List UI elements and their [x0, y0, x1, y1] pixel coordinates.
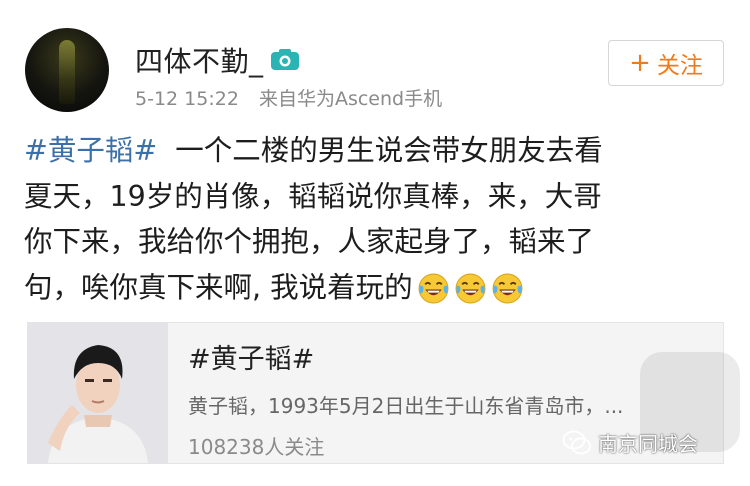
post-meta: 5-12 15:22 来自华为Ascend手机 [135, 84, 442, 111]
post-text: #黄子韬# 一个二楼的男生说会带女朋友去看 夏天，19岁的肖像，韬韬说你真棒，来，… [24, 128, 724, 310]
avatar-figure [59, 40, 75, 104]
post-line-3: 你下来，我给你个拥抱，人家起身了，韬来了 [24, 225, 595, 258]
post-source: 来自华为Ascend手机 [258, 88, 443, 110]
username-row: 四体不勤_ [135, 40, 300, 80]
plus-icon: + [629, 48, 651, 78]
post-hashtag[interactable]: #黄子韬# [24, 134, 157, 167]
topic-description: 黄子韬，1993年5月2日出生于山东省青岛市，... [188, 394, 624, 418]
follow-button[interactable]: + 关注 [608, 40, 724, 86]
topic-photo [28, 323, 168, 463]
laughing-tears-emoji [455, 273, 486, 304]
post-line-4: 句，唉你真下来啊, 我说着玩的 [24, 265, 724, 311]
post-time: 5-12 15:22 [135, 88, 239, 110]
wechat-icon [562, 430, 591, 454]
post-line-4-text: 句，唉你真下来啊, 我说着玩的 [24, 270, 413, 304]
person-photo-icon [28, 323, 168, 463]
post-line-2: 夏天，19岁的肖像，韬韬说你真棒，来，大哥 [24, 179, 602, 213]
user-avatar[interactable] [25, 28, 109, 112]
topic-followers: 108238人关注 [188, 435, 325, 459]
topic-card-body: #黄子韬# 黄子韬，1993年5月2日出生于山东省青岛市，... 108238人… [168, 323, 623, 463]
camera-badge-icon [270, 49, 299, 70]
post-line-1-text: 一个二楼的男生说会带女朋友去看 [175, 134, 603, 167]
post-line-1: #黄子韬# 一个二楼的男生说会带女朋友去看 [24, 128, 724, 174]
follow-label: 关注 [656, 53, 703, 79]
laughing-tears-emoji [418, 273, 449, 304]
username[interactable]: 四体不勤_ [135, 40, 264, 80]
watermark: 南京同城会 [562, 428, 698, 457]
laughing-tears-emoji [492, 273, 523, 304]
watermark-text: 南京同城会 [598, 432, 698, 456]
topic-title: #黄子韬# [188, 344, 315, 375]
